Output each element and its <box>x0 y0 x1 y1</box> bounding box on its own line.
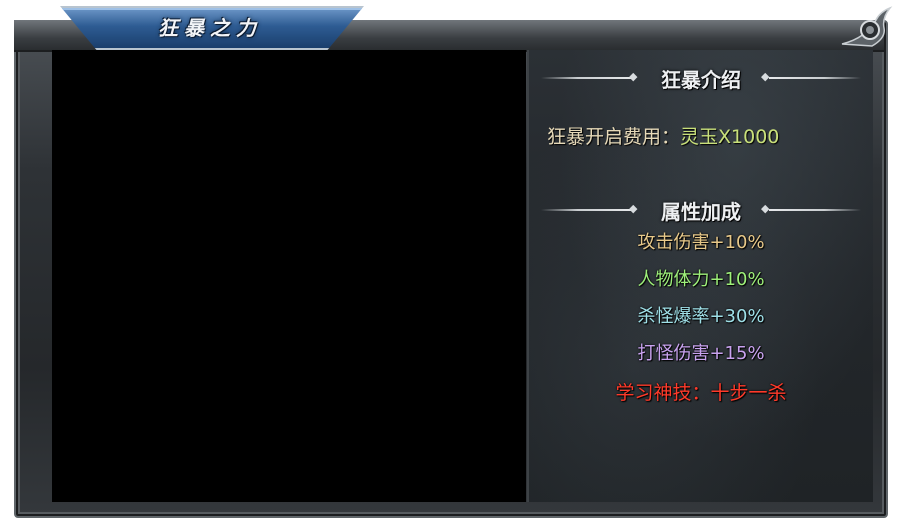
attribute-monster-damage: 打怪伤害+15% <box>637 343 765 364</box>
bonus-section-header: ◆ ◆ 属性加成 <box>529 194 873 226</box>
corner-ornament-icon <box>841 6 893 47</box>
cost-value: 灵玉X1000 <box>680 126 780 148</box>
bonus-section-title: 属性加成 <box>661 200 741 224</box>
intro-section-header: ◆ ◆ 狂暴介绍 <box>529 62 873 94</box>
cost-row: 狂暴开启费用：灵玉X1000 <box>547 122 779 149</box>
window-title: 狂暴之力 <box>158 16 262 40</box>
video-preview-area <box>52 50 526 502</box>
attribute-drop-rate: 杀怪爆率+30% <box>637 306 765 327</box>
intro-section-title: 狂暴介绍 <box>661 68 741 92</box>
info-panel: ◆ ◆ 狂暴介绍 狂暴开启费用：灵玉X1000 ◆ ◆ 属性加成 攻击伤害+10… <box>527 50 873 502</box>
attribute-character-stamina: 人物体力+10% <box>637 269 765 290</box>
attribute-attack-damage: 攻击伤害+10% <box>637 232 765 253</box>
learn-skill-text: 学习神技：十步一杀 <box>615 382 787 404</box>
cost-label: 狂暴开启费用： <box>547 126 681 148</box>
